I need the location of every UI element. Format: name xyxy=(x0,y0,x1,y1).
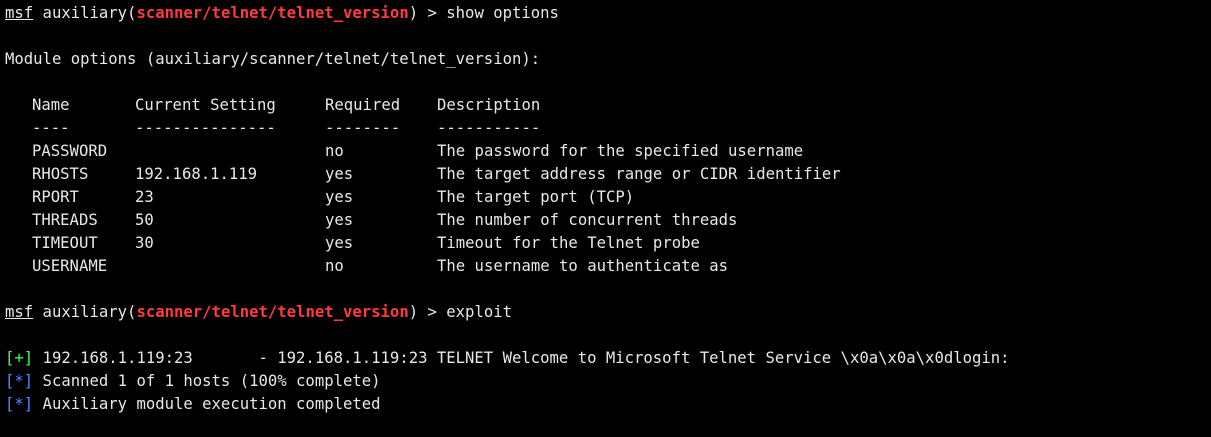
separator-name: ---- xyxy=(32,119,70,137)
option-setting: 30 xyxy=(135,234,154,252)
option-name: TIMEOUT xyxy=(32,234,98,252)
option-required: yes xyxy=(325,165,354,183)
output-line-info: [*] Auxiliary module execution completed xyxy=(5,393,1211,416)
prompt-prefix: auxiliary( xyxy=(33,4,137,22)
option-name: RPORT xyxy=(32,188,79,206)
separator-description: ----------- xyxy=(437,119,541,137)
option-description: The target address range or CIDR identif… xyxy=(437,165,841,183)
column-header-description: Description xyxy=(437,96,541,114)
prompt-prefix: auxiliary( xyxy=(33,303,137,321)
option-description: The number of concurrent threads xyxy=(437,211,738,229)
info-marker-open: [ xyxy=(5,372,15,390)
table-row: THREADS 50 yes The number of concurrent thr… xyxy=(5,209,1211,232)
table-row: PASSWORD no The password for the specified… xyxy=(5,140,1211,163)
option-description: Timeout for the Telnet probe xyxy=(437,234,700,252)
option-required: yes xyxy=(325,188,354,206)
output-text: Scanned 1 of 1 hosts (100% complete) xyxy=(33,372,381,390)
option-name: USERNAME xyxy=(32,257,108,275)
prompt-suffix: ) > xyxy=(408,4,447,22)
output-line-info: [*] Scanned 1 of 1 hosts (100% complete) xyxy=(5,370,1211,393)
success-marker-open: [ xyxy=(5,349,15,367)
column-header-required: Required xyxy=(325,96,401,114)
table-row: TIMEOUT 30 yes Timeout for the Telnet probe xyxy=(5,232,1211,255)
options-table-separator: ---- --------------- -------- ----------- xyxy=(5,117,1211,140)
table-row: RPORT 23 yes The target port (TCP) xyxy=(5,186,1211,209)
separator-required: -------- xyxy=(325,119,401,137)
option-required: yes xyxy=(325,234,354,252)
option-setting: 192.168.1.119 xyxy=(135,165,258,183)
command-prompt-line: msf auxiliary(scanner/telnet/telnet_vers… xyxy=(5,301,1211,324)
module-path: scanner/telnet/telnet_version xyxy=(136,4,409,22)
option-setting: 50 xyxy=(135,211,154,229)
option-description: The username to authenticate as xyxy=(437,257,729,275)
table-row: RHOSTS 192.168.1.119 yes The target address… xyxy=(5,163,1211,186)
option-required: no xyxy=(325,142,344,160)
output-text: 192.168.1.119:23 - 192.168.1.119:23 TELN… xyxy=(33,349,1010,367)
module-options-header: Module options (auxiliary/scanner/telnet… xyxy=(5,50,541,68)
column-header-current-setting: Current Setting xyxy=(135,96,276,114)
option-setting: 23 xyxy=(135,188,154,206)
success-marker-close: ] xyxy=(23,349,34,367)
module-path: scanner/telnet/telnet_version xyxy=(136,303,409,321)
output-text: Auxiliary module execution completed xyxy=(33,395,381,413)
option-required: no xyxy=(325,257,344,275)
table-row: USERNAME no The username to authenticate a… xyxy=(5,255,1211,278)
terminal-window[interactable]: msf auxiliary(scanner/telnet/telnet_vers… xyxy=(0,0,1211,437)
typed-command: exploit xyxy=(446,303,512,321)
output-line-success: [+] 192.168.1.119:23 - 192.168.1.119:23 … xyxy=(5,347,1211,370)
prompt-suffix: ) > xyxy=(408,303,447,321)
info-marker-close: ] xyxy=(23,395,34,413)
option-required: yes xyxy=(325,211,354,229)
option-description: The target port (TCP) xyxy=(437,188,635,206)
command-prompt-line: msf auxiliary(scanner/telnet/telnet_vers… xyxy=(5,2,1211,25)
option-name: RHOSTS xyxy=(32,165,89,183)
option-name: THREADS xyxy=(32,211,98,229)
info-marker: * xyxy=(14,395,24,413)
option-name: PASSWORD xyxy=(32,142,108,160)
success-marker: + xyxy=(14,349,24,367)
msf-prompt-label: msf xyxy=(5,4,34,22)
info-marker-close: ] xyxy=(23,372,34,390)
typed-command: show options xyxy=(446,4,559,22)
separator-current-setting: --------------- xyxy=(135,119,276,137)
info-marker: * xyxy=(14,372,24,390)
option-description: The password for the specified username xyxy=(437,142,804,160)
msf-prompt-label: msf xyxy=(5,303,34,321)
info-marker-open: [ xyxy=(5,395,15,413)
options-table-header: Name Current Setting Required Description xyxy=(5,94,1211,117)
column-header-name: Name xyxy=(32,96,70,114)
